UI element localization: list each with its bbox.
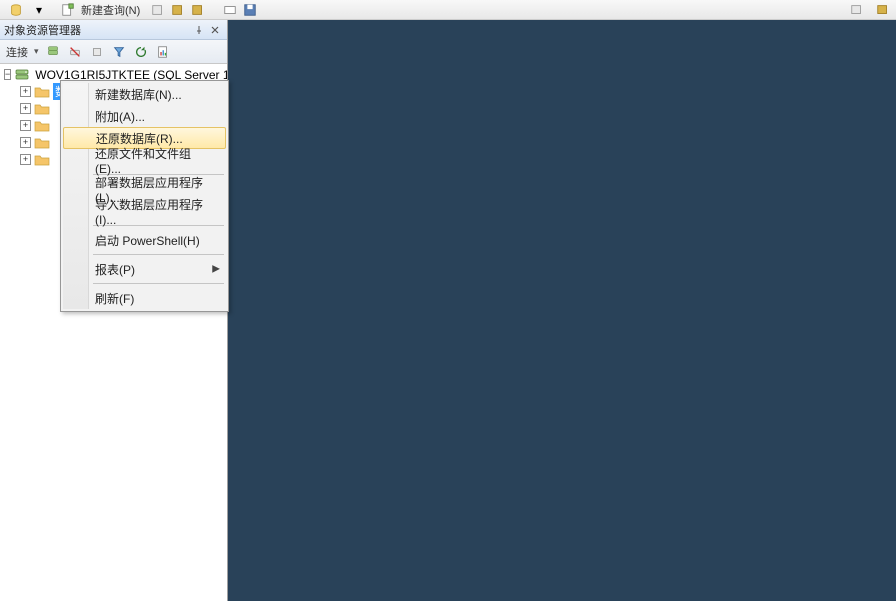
tree-toggle-icon[interactable]: + xyxy=(20,120,31,131)
database-icon xyxy=(7,2,25,18)
toolbar-icon[interactable] xyxy=(189,2,207,18)
databases-context-menu: 新建数据库(N)... 附加(A)... 还原数据库(R)... 还原文件和文件… xyxy=(60,80,229,312)
panel-toolbar: 连接 ▾ xyxy=(0,40,227,64)
new-query-icon xyxy=(59,2,77,18)
folder-icon xyxy=(34,153,50,167)
app-toolbar: ▾ 新建查询(N) xyxy=(0,0,896,20)
toolbar-icon[interactable] xyxy=(169,2,187,18)
workspace-area xyxy=(228,20,896,601)
server-icon xyxy=(14,68,30,82)
menu-item-label: 新建数据库(N)... xyxy=(95,86,182,103)
toolbar-icon[interactable] xyxy=(221,2,239,18)
folder-icon xyxy=(34,85,50,99)
tree-toggle-icon[interactable]: + xyxy=(20,86,31,97)
menu-separator xyxy=(93,254,224,255)
refresh-icon[interactable] xyxy=(131,43,151,61)
menu-attach[interactable]: 附加(A)... xyxy=(63,105,226,127)
tree-toggle-icon[interactable]: + xyxy=(20,137,31,148)
menu-item-label: 还原文件和文件组(E)... xyxy=(95,145,208,176)
filter-icon[interactable] xyxy=(109,43,129,61)
menu-item-label: 刷新(F) xyxy=(95,290,134,307)
submenu-arrow-icon: ▶ xyxy=(212,264,220,275)
tree-toggle-icon[interactable]: + xyxy=(20,154,31,165)
panel-titlebar: 对象资源管理器 xyxy=(0,20,227,40)
menu-item-label: 报表(P) xyxy=(95,261,135,278)
menu-item-label: 附加(A)... xyxy=(95,108,145,125)
save-icon[interactable] xyxy=(241,2,259,18)
toolbar-icon[interactable] xyxy=(874,2,892,18)
connect-label: 连接 xyxy=(4,44,30,60)
panel-title-text: 对象资源管理器 xyxy=(4,22,191,38)
menu-item-label: 导入数据层应用程序(I)... xyxy=(95,196,208,227)
toolbar-icon[interactable] xyxy=(149,2,167,18)
connect-icon[interactable] xyxy=(43,43,63,61)
new-query-label: 新建查询(N) xyxy=(77,2,144,18)
report-icon[interactable] xyxy=(153,43,173,61)
menu-refresh[interactable]: 刷新(F) xyxy=(63,287,226,309)
menu-reports[interactable]: 报表(P) ▶ xyxy=(63,258,226,280)
menu-import-data-tier[interactable]: 导入数据层应用程序(I)... xyxy=(63,200,226,222)
toolbar-icon[interactable] xyxy=(848,2,866,18)
dropdown-icon[interactable]: ▾ xyxy=(30,2,48,18)
disconnect-icon[interactable] xyxy=(65,43,85,61)
new-query-button[interactable]: 新建查询(N) xyxy=(56,0,147,20)
pin-icon[interactable] xyxy=(191,23,207,37)
menu-separator xyxy=(93,283,224,284)
folder-icon xyxy=(34,119,50,133)
close-icon[interactable] xyxy=(207,23,223,37)
menu-restore-files[interactable]: 还原文件和文件组(E)... xyxy=(63,149,226,171)
menu-item-label: 启动 PowerShell(H) xyxy=(95,232,200,249)
stop-icon[interactable] xyxy=(87,43,107,61)
tree-toggle-icon[interactable]: + xyxy=(20,103,31,114)
folder-icon xyxy=(34,102,50,116)
menu-start-powershell[interactable]: 启动 PowerShell(H) xyxy=(63,229,226,251)
tree-toggle-icon[interactable]: − xyxy=(4,69,11,80)
folder-icon xyxy=(34,136,50,150)
menu-new-database[interactable]: 新建数据库(N)... xyxy=(63,83,226,105)
toolbar-button[interactable] xyxy=(4,0,28,20)
